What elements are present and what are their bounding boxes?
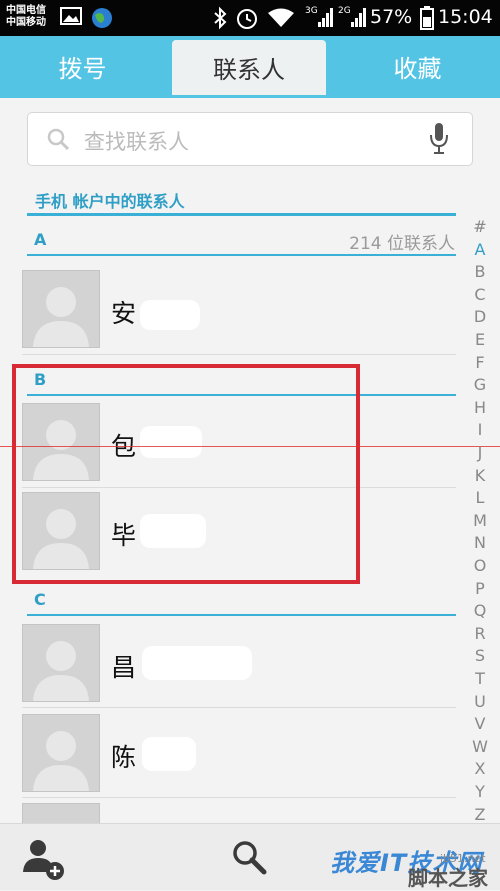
group-header-a: A <box>34 230 47 249</box>
bluetooth-icon <box>214 6 227 30</box>
index-letter[interactable]: W <box>470 737 490 756</box>
index-letter[interactable]: Z <box>470 805 490 824</box>
network-type-2: 2G <box>338 6 351 16</box>
contact-name: 陈 <box>111 743 137 772</box>
carrier-labels: 中国电信 中国移动 <box>6 5 46 29</box>
index-letter[interactable]: T <box>470 669 490 688</box>
index-letter[interactable]: F <box>470 353 490 372</box>
index-letter[interactable]: L <box>470 488 490 507</box>
clock: 15:04 <box>438 6 493 28</box>
tab-dialer[interactable]: 拨号 <box>0 36 165 98</box>
alarm-icon <box>237 9 257 29</box>
index-letter[interactable]: K <box>470 466 490 485</box>
battery-icon <box>420 6 434 30</box>
watermark-site: 脚本之家 <box>408 866 488 890</box>
avatar <box>22 714 100 792</box>
index-letter[interactable]: X <box>470 759 490 778</box>
index-letter[interactable]: G <box>470 375 490 394</box>
tab-contacts[interactable]: 联系人 <box>172 40 326 98</box>
redaction-mark <box>140 300 200 330</box>
row-divider <box>22 354 456 355</box>
index-letter[interactable]: P <box>470 579 490 598</box>
row-divider <box>22 797 456 798</box>
index-letter[interactable]: V <box>470 714 490 733</box>
group-divider-c <box>27 614 456 616</box>
index-letter[interactable]: H <box>470 398 490 417</box>
index-letter[interactable]: D <box>470 307 490 326</box>
status-bar: 中国电信 中国移动 3G 2G 57% 15:04 <box>0 0 500 36</box>
search-input[interactable]: 查找联系人 <box>84 126 189 156</box>
account-section-title: 手机 帐户中的联系人 <box>35 192 185 211</box>
battery-percent: 57% <box>370 6 413 28</box>
contact-name: 昌 <box>111 653 137 682</box>
index-letter[interactable]: S <box>470 646 490 665</box>
redaction-mark <box>142 737 196 771</box>
index-letter[interactable]: J <box>470 443 490 462</box>
index-letter[interactable]: A <box>470 240 490 259</box>
carrier-2: 中国移动 <box>6 17 46 28</box>
index-letter[interactable]: Y <box>470 782 490 801</box>
guide-line <box>0 446 500 447</box>
redaction-mark <box>142 646 252 680</box>
group-header-c: C <box>34 590 46 609</box>
avatar <box>22 624 100 702</box>
index-letter[interactable]: M <box>470 511 490 530</box>
signal-icon-1 <box>318 8 333 27</box>
network-type-1: 3G <box>305 6 318 16</box>
tab-favorites[interactable]: 收藏 <box>335 36 500 98</box>
tab-bar: 拨号 联系人 收藏 <box>0 36 500 98</box>
carrier-1: 中国电信 <box>6 5 46 16</box>
highlight-box <box>12 364 360 584</box>
image-icon <box>60 7 82 25</box>
index-letter[interactable]: Q <box>470 601 490 620</box>
add-contact-icon[interactable] <box>20 836 66 882</box>
contact-count: 214 位联系人 <box>349 234 455 254</box>
index-letter[interactable]: B <box>470 262 490 281</box>
search-box[interactable]: 查找联系人 <box>27 112 473 166</box>
signal-icon-2 <box>351 8 366 27</box>
avatar <box>22 270 100 348</box>
row-divider <box>22 707 456 708</box>
globe-icon <box>92 8 112 28</box>
index-letter[interactable]: O <box>470 556 490 575</box>
section-divider <box>27 213 456 216</box>
index-letter[interactable]: R <box>470 624 490 643</box>
index-letter[interactable]: # <box>470 217 490 236</box>
index-letter[interactable]: U <box>470 692 490 711</box>
index-letter[interactable]: C <box>470 285 490 304</box>
index-letter[interactable]: I <box>470 420 490 439</box>
index-letter[interactable]: N <box>470 533 490 552</box>
search-icon <box>47 128 70 151</box>
microphone-icon[interactable] <box>428 122 450 156</box>
contact-name: 安 <box>111 299 137 328</box>
avatar <box>22 803 100 824</box>
wifi-icon <box>268 8 294 27</box>
index-letter[interactable]: E <box>470 330 490 349</box>
group-divider-a <box>27 254 456 256</box>
search-icon[interactable] <box>230 838 270 878</box>
